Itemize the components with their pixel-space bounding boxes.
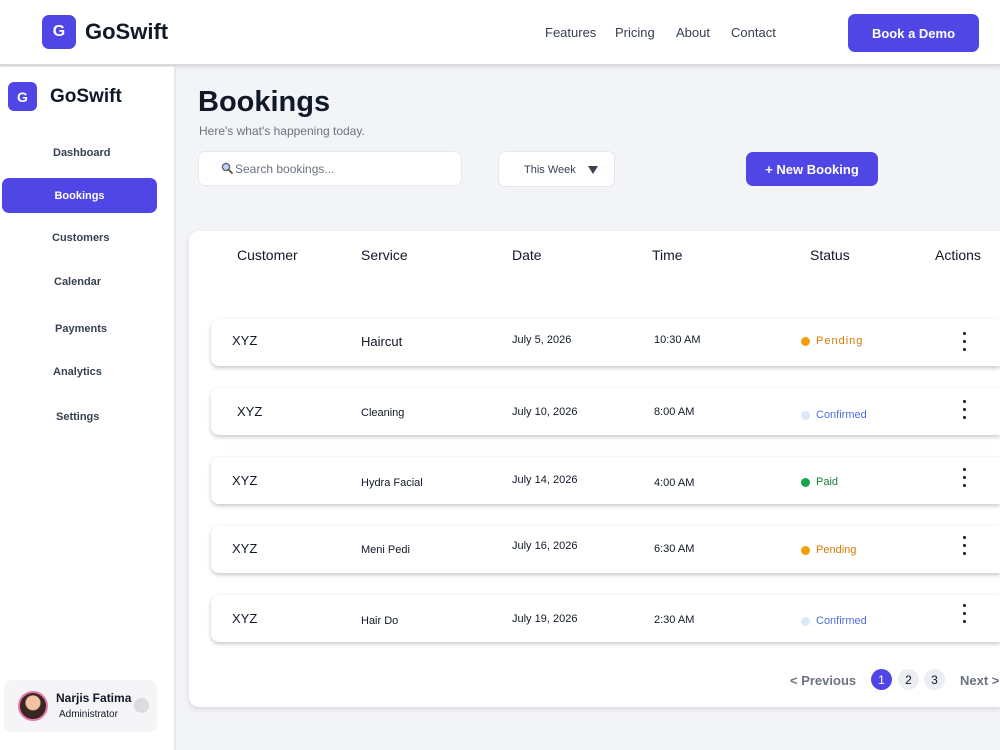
customer-cell: XYZ [232, 333, 258, 348]
nav-link-about[interactable]: About [676, 25, 710, 40]
status-dot-icon [801, 545, 810, 555]
customer-cell: XYZ [237, 404, 263, 419]
customer-cell: XYZ [232, 541, 258, 556]
book-demo-button[interactable]: Book a Demo [848, 14, 979, 52]
page-title: Bookings [198, 86, 331, 118]
column-header-date[interactable]: Date [512, 247, 542, 263]
more-options-icon[interactable] [960, 400, 968, 424]
customer-cell: XYZ [232, 473, 258, 488]
column-header-customer[interactable]: Customer [237, 247, 298, 263]
user-status-toggle[interactable] [134, 698, 149, 713]
week-filter-dropdown[interactable]: This Week [498, 151, 615, 187]
search-icon [221, 162, 233, 174]
sidebar-item-customers[interactable]: Customers [52, 232, 109, 244]
pagination-previous[interactable]: < Previous [790, 673, 856, 688]
date-cell: July 19, 2026 [512, 613, 578, 625]
sidebar: G GoSwift Dashboard Bookings Customers C… [0, 67, 176, 750]
status-label: Pending [816, 335, 864, 347]
chevron-down-icon [588, 166, 598, 174]
time-cell: 6:30 AM [654, 543, 695, 555]
status-badge: Pending [801, 335, 863, 347]
date-cell: July 14, 2026 [512, 474, 578, 486]
logo-icon[interactable]: G [42, 15, 76, 49]
status-label: Pending [816, 544, 857, 556]
table-row[interactable]: XYZ Cleaning July 10, 2026 8:00 AM Confi… [211, 388, 1000, 435]
column-header-actions: Actions [935, 247, 981, 263]
column-header-service[interactable]: Service [361, 247, 408, 263]
sidebar-brand-name[interactable]: GoSwift [50, 86, 122, 108]
search-box[interactable] [198, 151, 462, 186]
more-options-icon[interactable] [960, 604, 968, 628]
time-cell: 4:00 AM [654, 477, 695, 489]
table-row[interactable]: XYZ Haircut July 5, 2026 10:30 AM Pendin… [211, 319, 1000, 366]
time-cell: 10:30 AM [654, 334, 701, 346]
nav-link-pricing[interactable]: Pricing [615, 25, 655, 40]
pagination-page-1[interactable]: 1 [871, 669, 892, 690]
date-cell: July 16, 2026 [512, 540, 578, 552]
status-label: Confirmed [816, 409, 867, 421]
status-badge: Confirmed [801, 409, 867, 421]
bookings-table: Customer Service Date Time Status Action… [189, 231, 1000, 707]
search-input[interactable] [235, 158, 450, 180]
status-label: Confirmed [816, 615, 867, 627]
sidebar-item-dashboard[interactable]: Dashboard [53, 147, 110, 159]
sidebar-item-bookings[interactable]: Bookings [2, 178, 157, 213]
status-dot-icon [801, 477, 810, 487]
user-profile-card[interactable]: Narjis Fatima Administrator [4, 680, 157, 732]
service-cell: Haircut [361, 334, 403, 349]
status-dot-icon [801, 410, 810, 420]
pagination-page-2[interactable]: 2 [898, 669, 919, 690]
user-name: Narjis Fatima [56, 691, 132, 705]
sidebar-item-settings[interactable]: Settings [56, 411, 99, 423]
sidebar-item-payments[interactable]: Payments [55, 323, 107, 335]
service-cell: Hair Do [361, 615, 399, 627]
brand-name[interactable]: GoSwift [85, 19, 168, 45]
sidebar-item-analytics[interactable]: Analytics [53, 366, 102, 378]
pagination-page-3[interactable]: 3 [924, 669, 945, 690]
nav-link-contact[interactable]: Contact [731, 25, 776, 40]
service-cell: Cleaning [361, 407, 405, 419]
more-options-icon[interactable] [960, 332, 968, 356]
table-row[interactable]: XYZ Hydra Facial July 14, 2026 4:00 AM P… [211, 457, 1000, 504]
service-cell: Hydra Facial [361, 477, 423, 489]
sidebar-logo-icon[interactable]: G [8, 82, 37, 111]
avatar[interactable] [18, 691, 48, 721]
service-cell: Meni Pedi [361, 544, 410, 556]
status-badge: Paid [801, 476, 838, 488]
column-header-time[interactable]: Time [652, 247, 683, 263]
time-cell: 2:30 AM [654, 614, 695, 626]
more-options-icon[interactable] [960, 468, 968, 492]
top-navbar: G GoSwift Features Pricing About Contact… [0, 0, 1000, 66]
status-dot-icon [801, 336, 810, 346]
pagination-next[interactable]: Next > [960, 673, 999, 688]
table-row[interactable]: XYZ Meni Pedi July 16, 2026 6:30 AM Pend… [211, 526, 1000, 573]
status-badge: Confirmed [801, 615, 867, 627]
time-cell: 8:00 AM [654, 406, 695, 418]
customer-cell: XYZ [232, 611, 258, 626]
table-row[interactable]: XYZ Hair Do July 19, 2026 2:30 AM Confir… [211, 595, 1000, 642]
sidebar-item-calendar[interactable]: Calendar [54, 276, 101, 288]
page-subtitle: Here's what's happening today. [199, 124, 365, 138]
status-label: Paid [816, 476, 839, 488]
week-filter-label: This Week [524, 164, 576, 176]
date-cell: July 10, 2026 [512, 406, 578, 418]
status-badge: Pending [801, 544, 856, 556]
more-options-icon[interactable] [960, 536, 968, 560]
user-role: Administrator [59, 709, 118, 720]
status-dot-icon [801, 616, 810, 626]
new-booking-button[interactable]: + New Booking [746, 152, 878, 186]
column-header-status[interactable]: Status [810, 247, 850, 263]
date-cell: July 5, 2026 [512, 334, 572, 346]
nav-link-features[interactable]: Features [545, 25, 596, 40]
